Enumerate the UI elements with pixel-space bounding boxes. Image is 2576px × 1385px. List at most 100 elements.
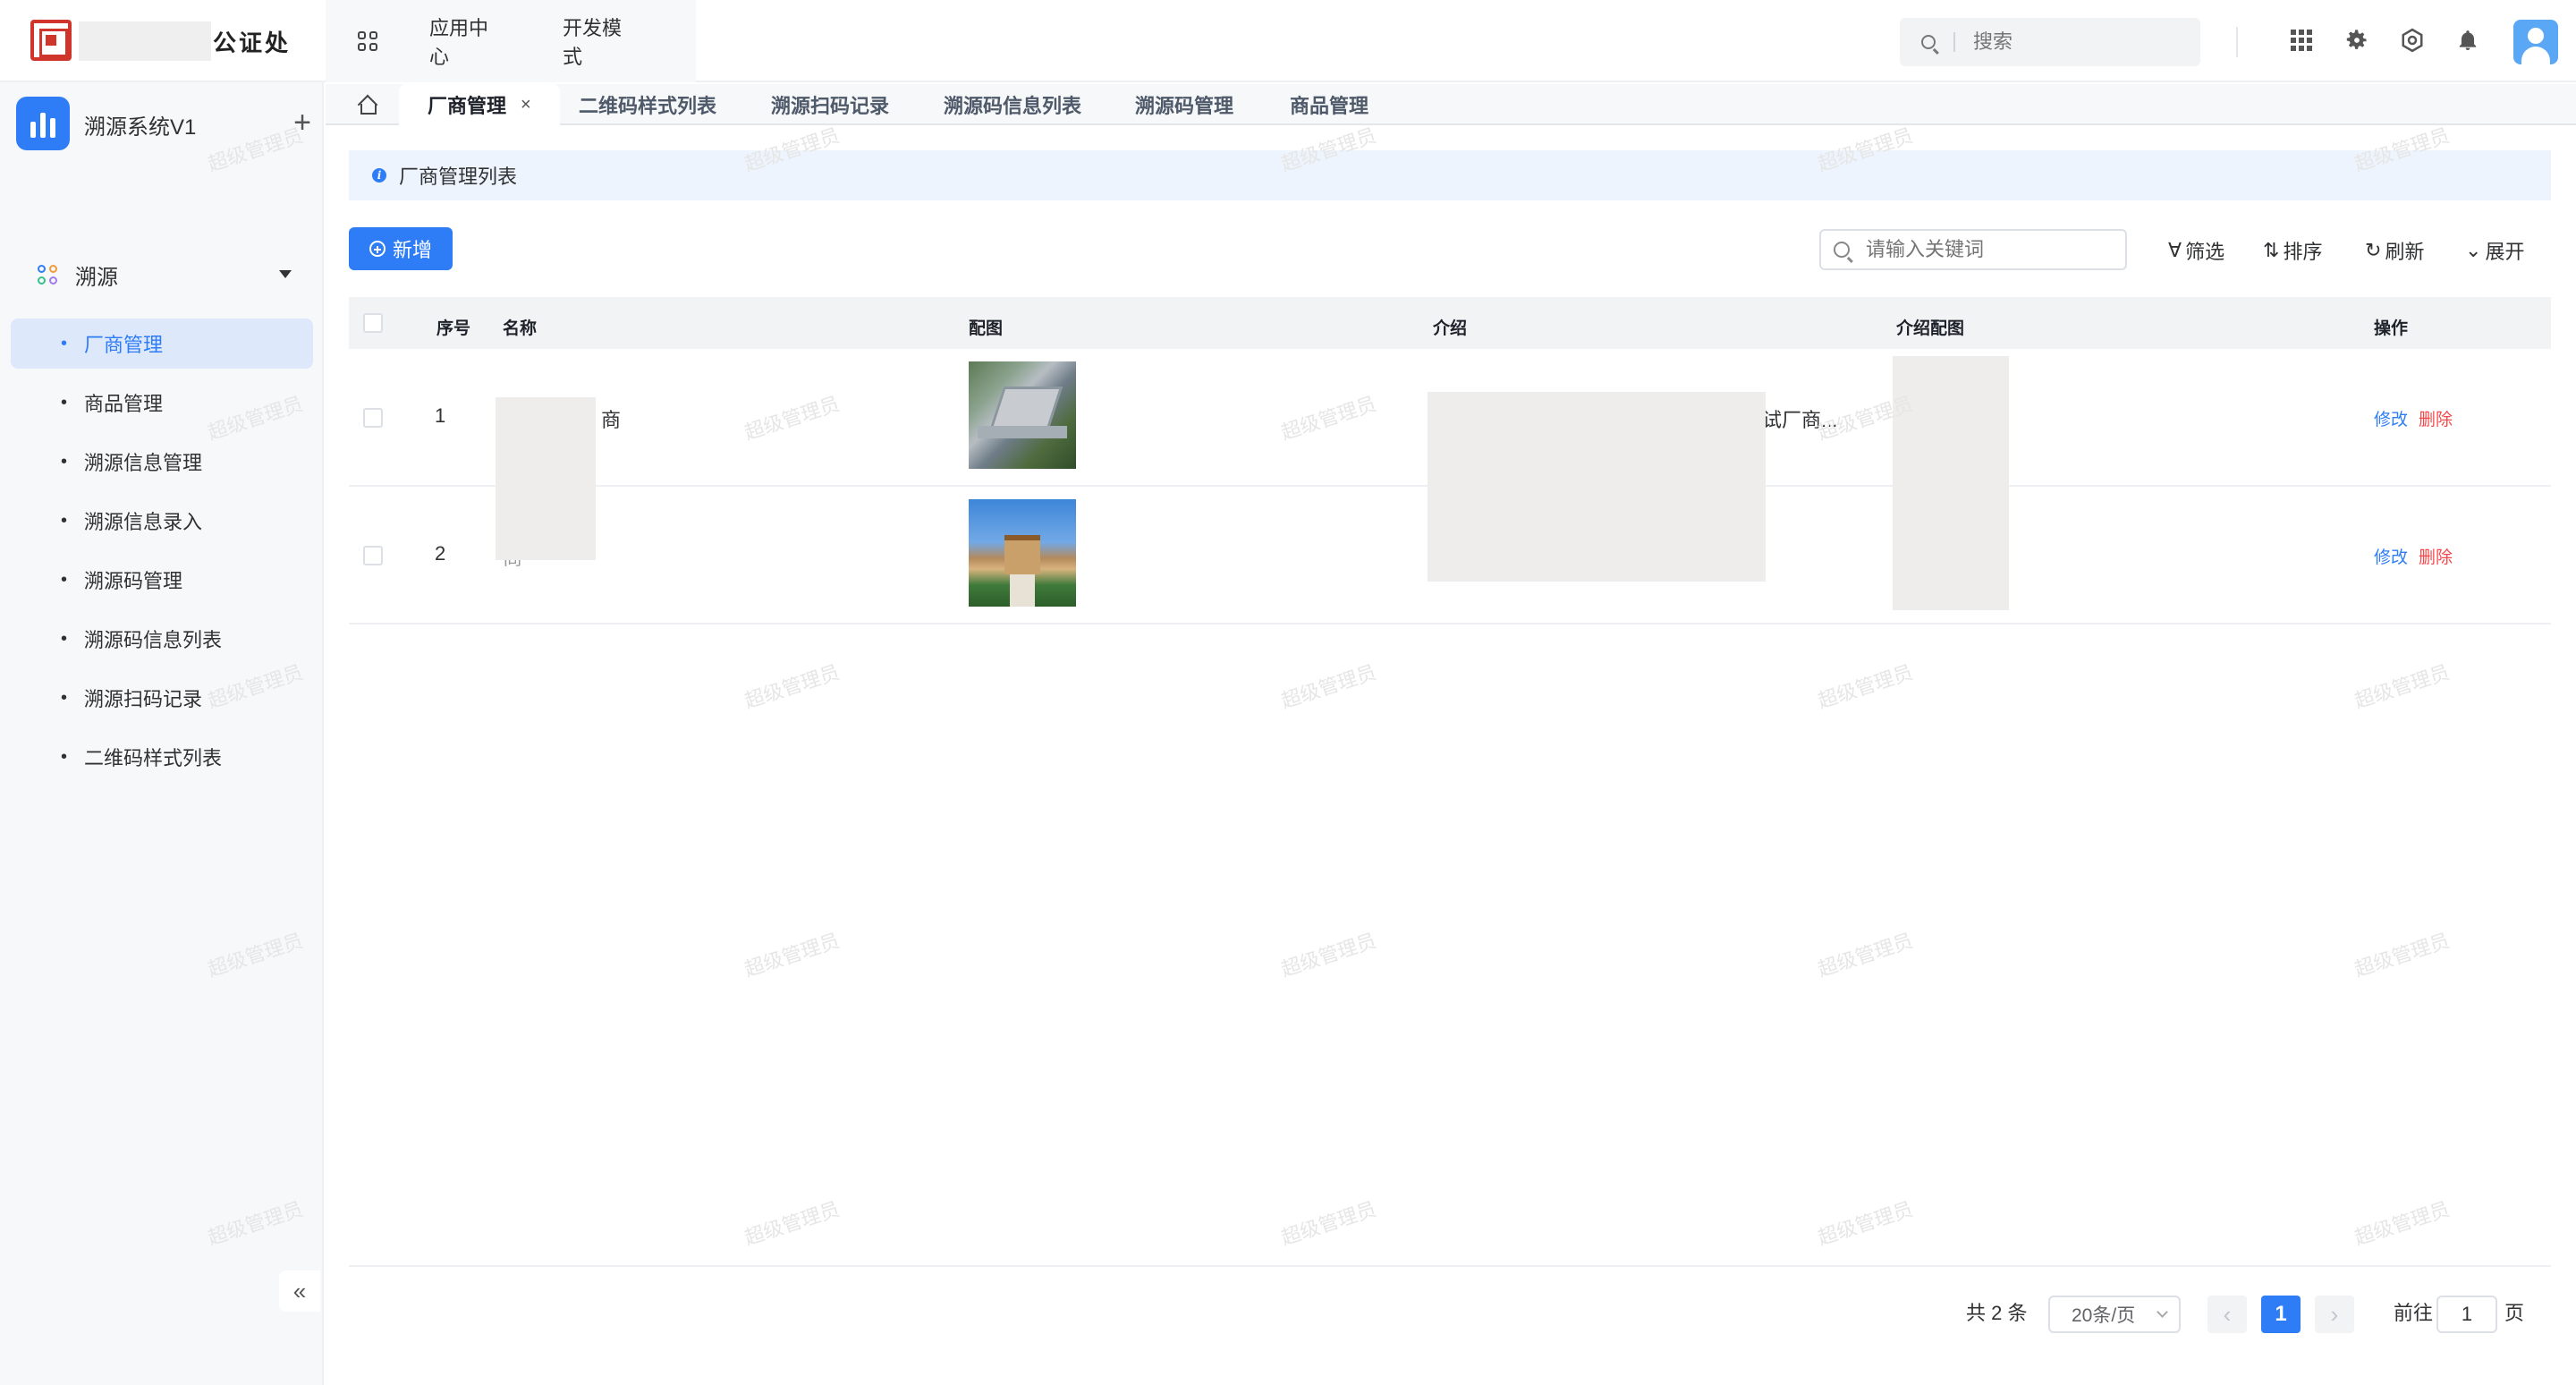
user-avatar[interactable] (2513, 20, 2558, 64)
system-settings-icon[interactable] (2399, 27, 2426, 54)
global-search[interactable] (1900, 18, 2200, 66)
watermark: 超级管理员 (2351, 660, 2453, 713)
watermark: 超级管理员 (2351, 1197, 2453, 1250)
chevron-down-icon: ⌄ (2465, 239, 2482, 261)
delete-link[interactable]: 删除 (2419, 544, 2453, 568)
tab-vendor-management[interactable]: 厂商管理 × (399, 84, 560, 125)
goto-suffix: 页 (2504, 1302, 2525, 1324)
keyword-search[interactable] (1819, 229, 2127, 270)
top-bar: 公证处 应用中心 开发模式 (0, 0, 2576, 82)
redacted-org-prefix (79, 21, 211, 61)
settings-gear-icon[interactable] (2343, 27, 2370, 54)
nav-app-center[interactable]: 应用中心 (429, 13, 495, 70)
edit-link[interactable]: 修改 (2374, 544, 2408, 568)
row-name: 商 (601, 409, 622, 431)
sort-icon: ⇅ (2263, 239, 2280, 261)
sidebar-item-trace-code-management[interactable]: 溯源码管理 (11, 555, 313, 605)
top-nav: 应用中心 开发模式 (326, 0, 696, 82)
watermark: 超级管理员 (741, 1197, 843, 1250)
total-count: 共 2 条 (1966, 1302, 2028, 1324)
watermark: 超级管理员 (1278, 1197, 1379, 1250)
col-intro-image: 介绍配图 (1896, 319, 1965, 338)
delete-link[interactable]: 删除 (2419, 406, 2453, 430)
sort-button[interactable]: ⇅ 排序 (2263, 236, 2322, 265)
col-intro: 介绍 (1433, 319, 1468, 338)
redacted-name-block (496, 397, 596, 560)
info-icon: i (372, 168, 386, 183)
sidebar-item-qrcode-style-list[interactable]: 二维码样式列表 (11, 732, 313, 782)
refresh-icon: ↻ (2365, 239, 2382, 261)
row-checkbox[interactable] (363, 546, 383, 565)
bar-chart-icon (16, 97, 70, 150)
add-system-icon[interactable]: + (293, 106, 311, 140)
menu-group-traceability[interactable]: 溯源 (16, 252, 311, 297)
redacted-intro-image-block (1893, 356, 2009, 610)
row-index: 1 (435, 404, 446, 427)
global-search-input[interactable] (1973, 30, 2188, 54)
watermark: 超级管理员 (1815, 929, 1916, 981)
system-title: 溯源系统V1 (84, 115, 197, 140)
col-name: 名称 (503, 319, 538, 338)
refresh-button[interactable]: ↻ 刷新 (2365, 236, 2424, 265)
home-icon[interactable] (358, 97, 377, 115)
watermark: 超级管理员 (1278, 929, 1379, 981)
chevron-down-icon (2157, 1306, 2168, 1318)
sidebar-item-trace-info-management[interactable]: 溯源信息管理 (11, 437, 313, 487)
sidebar-item-vendor-management[interactable]: 厂商管理 (11, 319, 313, 369)
footer-divider (349, 1265, 2551, 1267)
edit-link[interactable]: 修改 (2374, 406, 2408, 430)
prev-page-button[interactable]: ‹ (2207, 1296, 2247, 1333)
filter-icon: ∀ (2168, 239, 2182, 261)
row-checkbox[interactable] (363, 408, 383, 428)
row-image[interactable] (969, 361, 1076, 469)
watermark: 超级管理员 (741, 929, 843, 981)
page-size-select[interactable]: 20条/页 (2048, 1296, 2181, 1333)
watermark: 超级管理员 (1815, 660, 1916, 713)
apps-icon[interactable] (358, 31, 377, 51)
bell-icon[interactable] (2454, 27, 2481, 54)
sidebar: 溯源系统V1 + 溯源 厂商管理 商品管理 溯源信息管理 溯源信息录入 溯源码管… (0, 82, 324, 1385)
seal-logo (30, 20, 72, 61)
col-actions: 操作 (2374, 319, 2409, 338)
search-divider (1953, 32, 1955, 52)
info-title: 厂商管理列表 (399, 166, 518, 188)
goto-page-input[interactable] (2436, 1296, 2497, 1333)
plus-circle-icon (369, 241, 386, 257)
tab-trace-scan-records[interactable]: 溯源扫码记录 (771, 84, 889, 125)
watermark: 超级管理员 (741, 660, 843, 713)
select-all-checkbox[interactable] (363, 313, 383, 333)
watermark: 超级管理员 (2351, 929, 2453, 981)
search-icon (1921, 35, 1936, 49)
keyword-search-input[interactable] (1866, 238, 2116, 261)
tab-strip: 厂商管理 × 二维码样式列表 溯源扫码记录 溯源码信息列表 溯源码管理 商品管理 (326, 84, 2576, 125)
redacted-intro-block (1428, 392, 1766, 582)
next-page-button[interactable]: › (2315, 1296, 2354, 1333)
tab-close-icon[interactable]: × (521, 95, 531, 115)
tab-trace-code-management[interactable]: 溯源码管理 (1135, 84, 1233, 125)
sidebar-item-trace-code-info-list[interactable]: 溯源码信息列表 (11, 614, 313, 664)
grid-apps-icon[interactable] (2288, 27, 2315, 54)
add-button[interactable]: 新增 (349, 227, 453, 270)
tab-qrcode-style-list[interactable]: 二维码样式列表 (579, 84, 716, 125)
sidebar-menu: 厂商管理 商品管理 溯源信息管理 溯源信息录入 溯源码管理 溯源码信息列表 溯源… (11, 319, 313, 791)
vendor-table: 序号 名称 配图 介绍 介绍配图 操作 1 商 试厂商... 修改 删除 2 商… (349, 297, 2551, 625)
watermark: 超级管理员 (1278, 660, 1379, 713)
tab-product-management[interactable]: 商品管理 (1290, 84, 1368, 125)
page-number-button[interactable]: 1 (2261, 1296, 2301, 1333)
info-bar: i 厂商管理列表 (349, 150, 2551, 200)
nav-dev-mode[interactable]: 开发模式 (563, 13, 628, 70)
collapse-sidebar-button[interactable]: « (279, 1270, 320, 1312)
sidebar-item-trace-scan-records[interactable]: 溯源扫码记录 (11, 673, 313, 723)
toolbar-divider (2236, 27, 2238, 57)
module-icon (38, 265, 57, 285)
row-index: 2 (435, 542, 446, 565)
system-header: 溯源系统V1 + (16, 97, 311, 154)
sidebar-item-trace-info-entry[interactable]: 溯源信息录入 (11, 496, 313, 546)
col-index: 序号 (436, 319, 471, 338)
expand-button[interactable]: ⌄ 展开 (2465, 236, 2524, 265)
row-image[interactable] (969, 499, 1076, 607)
filter-button[interactable]: ∀ 筛选 (2168, 236, 2224, 265)
sidebar-item-product-management[interactable]: 商品管理 (11, 378, 313, 428)
search-icon (1834, 242, 1850, 258)
tab-trace-code-info-list[interactable]: 溯源码信息列表 (944, 84, 1081, 125)
